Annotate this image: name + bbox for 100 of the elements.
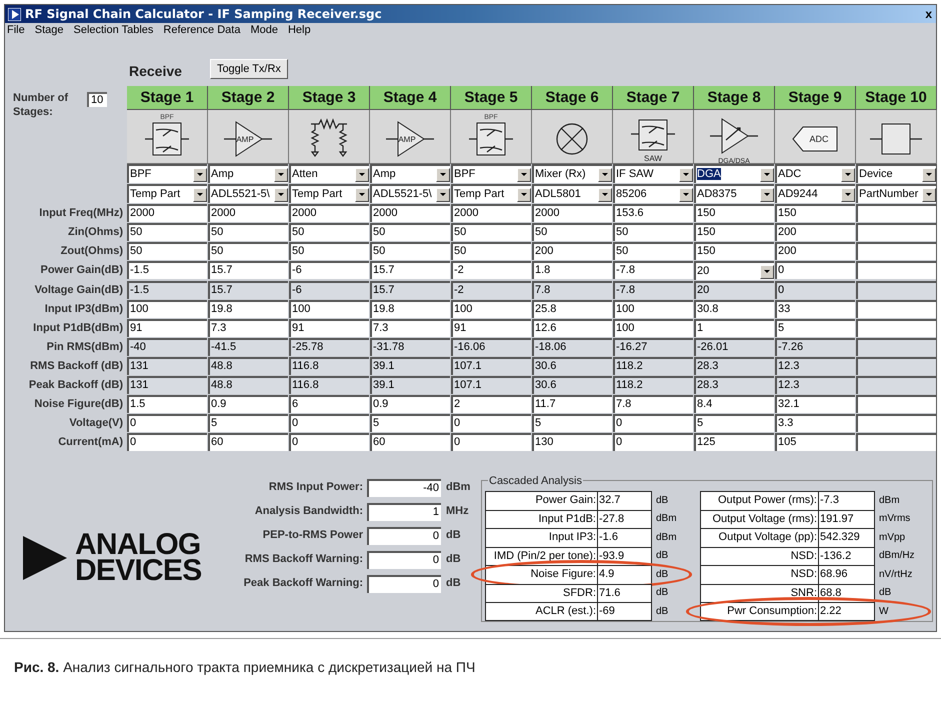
value-field[interactable]: 7.3 [208,319,288,337]
stage-type-dropdown[interactable]: Amp [370,164,450,183]
input-field[interactable]: -40 [367,478,441,496]
value-field[interactable]: 50 [532,223,612,241]
part-dropdown[interactable]: AD8375 [694,184,774,203]
input-field[interactable]: 0 [367,550,441,568]
part-dropdown[interactable]: AD9244 [775,184,855,203]
value-field[interactable]: 2000 [370,204,450,222]
value-field[interactable]: 60 [370,433,450,451]
value-field[interactable]: 0.9 [370,395,450,413]
value-field[interactable]: 19.8 [208,300,288,318]
value-field[interactable] [856,204,936,222]
value-field[interactable]: 50 [208,223,288,241]
value-field[interactable]: 130 [532,433,612,451]
part-dropdown[interactable]: ADL5521-5\ [208,184,288,203]
value-field[interactable]: 0 [289,433,369,451]
value-field[interactable]: 50 [370,223,450,241]
value-dropdown[interactable]: 20 [694,261,774,280]
value-field[interactable] [856,395,936,413]
part-dropdown[interactable]: PartNumber [856,184,936,203]
value-field[interactable]: 50 [127,223,207,241]
value-field[interactable]: 0 [127,414,207,432]
value-field[interactable]: 0.9 [208,395,288,413]
value-field[interactable]: 150 [694,204,774,222]
value-field[interactable]: 50 [127,242,207,260]
menu-item[interactable]: Selection Tables [73,25,154,36]
value-field[interactable]: 0 [127,433,207,451]
value-field[interactable]: 33 [775,300,855,318]
value-field[interactable]: 2000 [532,204,612,222]
value-field[interactable]: 2000 [127,204,207,222]
value-field[interactable]: 0 [613,414,693,432]
value-field[interactable]: 32.1 [775,395,855,413]
value-field[interactable]: 100 [613,319,693,337]
value-field[interactable]: 5 [370,414,450,432]
stages-input[interactable]: 10 [87,92,107,107]
value-field[interactable] [856,319,936,337]
value-field[interactable]: 0 [775,261,855,279]
value-field[interactable]: 2000 [208,204,288,222]
stage-type-dropdown[interactable]: Mixer (Rx) [532,164,612,183]
menu-item[interactable]: Stage [34,25,64,36]
toggle-button[interactable]: Toggle Tx/Rx [210,59,288,79]
value-field[interactable]: 100 [127,300,207,318]
stage-type-dropdown[interactable]: DGA [694,164,774,183]
value-field[interactable]: 125 [694,433,774,451]
value-field[interactable]: 15.7 [208,261,288,279]
value-field[interactable]: 50 [289,223,369,241]
part-dropdown[interactable]: ADL5801 [532,184,612,203]
value-field[interactable]: 11.7 [532,395,612,413]
value-field[interactable]: 1.5 [127,395,207,413]
value-field[interactable] [856,300,936,318]
value-field[interactable]: 150 [775,204,855,222]
input-field[interactable]: 0 [367,526,441,544]
value-field[interactable]: 200 [775,223,855,241]
value-field[interactable]: -2 [451,261,531,279]
value-field[interactable]: -6 [289,261,369,279]
value-field[interactable]: 60 [208,433,288,451]
value-field[interactable]: 200 [775,242,855,260]
stage-type-dropdown[interactable]: ADC [775,164,855,183]
value-field[interactable]: 5 [532,414,612,432]
value-field[interactable]: 153.6 [613,204,693,222]
value-field[interactable]: 0 [451,433,531,451]
value-field[interactable]: 30.8 [694,300,774,318]
value-field[interactable]: 0 [613,433,693,451]
value-field[interactable]: 150 [694,223,774,241]
value-field[interactable]: 0 [289,414,369,432]
menu-item[interactable]: Mode [250,25,278,36]
value-field[interactable]: 50 [289,242,369,260]
value-field[interactable]: 50 [451,242,531,260]
value-field[interactable] [856,242,936,260]
value-field[interactable]: 8.4 [694,395,774,413]
stage-type-dropdown[interactable]: Device [856,164,936,183]
value-field[interactable]: 1 [694,319,774,337]
value-field[interactable]: 5 [694,414,774,432]
part-dropdown[interactable]: Temp Part [451,184,531,203]
value-field[interactable]: 2000 [451,204,531,222]
value-field[interactable] [856,261,936,279]
close-button[interactable]: x [924,8,933,20]
value-field[interactable]: 100 [613,300,693,318]
stage-type-dropdown[interactable]: Atten [289,164,369,183]
value-field[interactable]: 15.7 [370,261,450,279]
stage-type-dropdown[interactable]: IF SAW [613,164,693,183]
value-field[interactable]: 100 [289,300,369,318]
value-field[interactable]: 100 [451,300,531,318]
value-field[interactable]: 50 [613,242,693,260]
part-dropdown[interactable]: Temp Part [127,184,207,203]
stage-type-dropdown[interactable]: Amp [208,164,288,183]
value-field[interactable]: 7.8 [613,395,693,413]
value-field[interactable]: 50 [451,223,531,241]
stage-type-dropdown[interactable]: BPF [127,164,207,183]
value-field[interactable]: 2000 [289,204,369,222]
value-field[interactable]: 150 [694,242,774,260]
value-field[interactable]: 5 [775,319,855,337]
input-field[interactable]: 0 [367,574,441,592]
value-field[interactable]: 12.6 [532,319,612,337]
value-field[interactable]: 7.3 [370,319,450,337]
input-field[interactable]: 1 [367,502,441,520]
value-field[interactable]: 6 [289,395,369,413]
value-field[interactable]: 2 [451,395,531,413]
value-field[interactable]: 25.8 [532,300,612,318]
value-field[interactable]: 5 [208,414,288,432]
